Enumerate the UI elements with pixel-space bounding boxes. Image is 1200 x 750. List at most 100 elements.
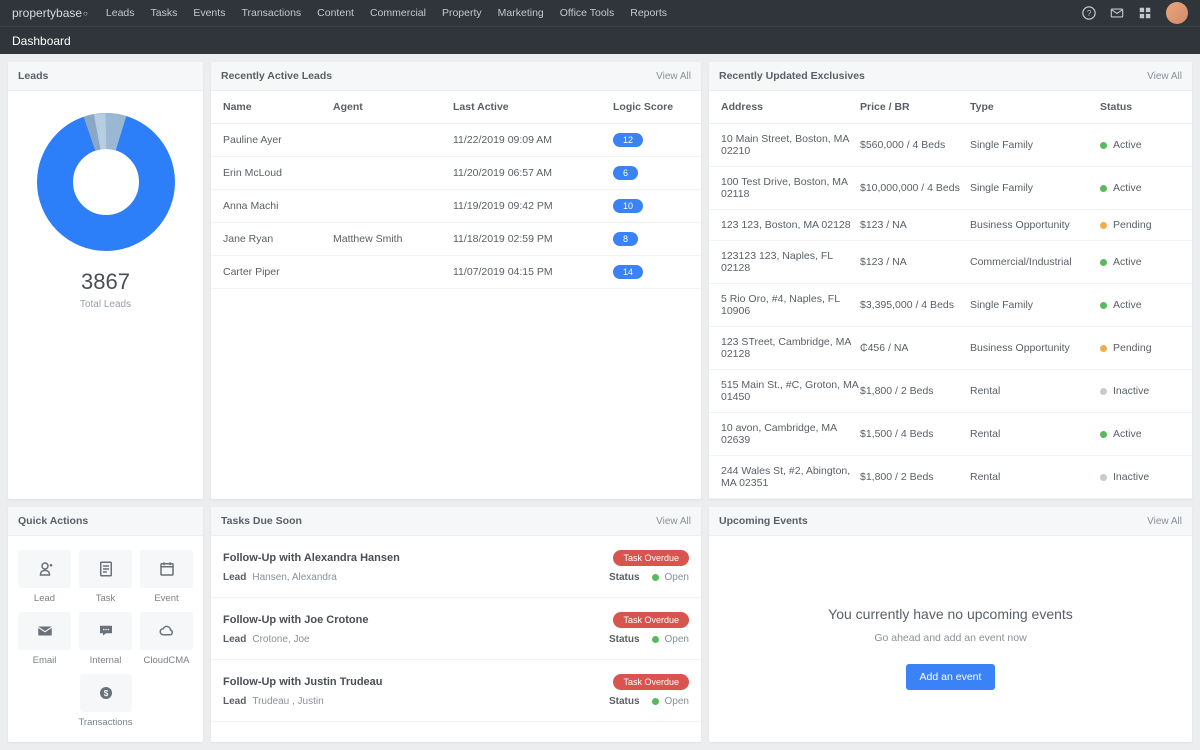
status-dot-icon xyxy=(1100,388,1107,395)
nav-tasks[interactable]: Tasks xyxy=(151,7,178,19)
lead-last-active: 11/22/2019 09:09 AM xyxy=(453,134,613,146)
table-row[interactable]: Erin McLoud11/20/2019 06:57 AM6 xyxy=(211,157,701,190)
table-row[interactable]: Pauline Ayer11/22/2019 09:09 AM12 xyxy=(211,124,701,157)
task-status: StatusOpen xyxy=(609,696,689,707)
table-row[interactable]: Anna Machi 11/19/2019 09:42 PM10 xyxy=(211,190,701,223)
nav-reports[interactable]: Reports xyxy=(630,7,667,19)
ex-price: $560,000 / 4 Beds xyxy=(860,139,970,151)
status-dot-icon xyxy=(1100,345,1107,352)
qa-cloudcma: CloudCMA xyxy=(140,612,193,666)
qa-event-label: Event xyxy=(140,593,193,604)
avatar[interactable] xyxy=(1166,2,1188,24)
lead-name: Carter Piper xyxy=(223,266,333,278)
ex-price: $1,800 / 2 Beds xyxy=(860,385,970,397)
nav-leads[interactable]: Leads xyxy=(106,7,135,19)
task-status: StatusOpen xyxy=(609,572,689,583)
lead-name: Jane Ryan xyxy=(223,233,333,245)
nav-property[interactable]: Property xyxy=(442,7,482,19)
lead-last-active: 11/18/2019 02:59 PM xyxy=(453,233,613,245)
task-overdue-badge: Task Overdue xyxy=(613,550,689,566)
table-row[interactable]: 515 Main St., #C, Groton, MA 01450$1,800… xyxy=(709,370,1192,413)
ex-type: Business Opportunity xyxy=(970,219,1100,231)
table-row[interactable]: 123 STreet, Cambridge, MA 02128₵456 / NA… xyxy=(709,327,1192,370)
table-row[interactable]: 123123 123, Naples, FL 02128$123 / NACom… xyxy=(709,241,1192,284)
table-row[interactable]: 5 Rio Oro, #4, Naples, FL 10906$3,395,00… xyxy=(709,284,1192,327)
col-last-active: Last Active xyxy=(453,101,613,113)
active-leads-title: Recently Active Leads xyxy=(221,70,332,82)
status-dot-icon xyxy=(1100,222,1107,229)
task-item[interactable]: Follow-Up with Joe CrotoneTask OverdueLe… xyxy=(211,598,701,660)
nav-marketing[interactable]: Marketing xyxy=(498,7,544,19)
table-row[interactable]: 244 Wales St, #2, Abington, MA 02351$1,8… xyxy=(709,456,1192,499)
nav-commercial[interactable]: Commercial xyxy=(370,7,426,19)
qa-internal-button[interactable] xyxy=(79,612,132,650)
ex-address: 123 123, Boston, MA 02128 xyxy=(721,219,860,231)
table-row[interactable]: 100 Test Drive, Boston, MA 02118$10,000,… xyxy=(709,167,1192,210)
table-row[interactable]: 10 avon, Cambridge, MA 02639$1,500 / 4 B… xyxy=(709,413,1192,456)
nav-transactions[interactable]: Transactions xyxy=(241,7,301,19)
ex-status: Inactive xyxy=(1100,385,1180,397)
table-row[interactable]: 123 123, Boston, MA 02128$123 / NABusine… xyxy=(709,210,1192,241)
qa-task-button[interactable] xyxy=(79,550,132,588)
lead-last-active: 11/19/2019 09:42 PM xyxy=(453,200,613,212)
task-item[interactable]: Follow-Up with Alexandra HansenTask Over… xyxy=(211,536,701,598)
add-event-button[interactable]: Add an event xyxy=(906,664,996,690)
table-row[interactable]: 10 Main Street, Boston, MA 02210$560,000… xyxy=(709,124,1192,167)
task-lead: LeadCrotone, Joe xyxy=(223,634,310,645)
ex-status: Active xyxy=(1100,139,1180,151)
task-overdue-badge: Task Overdue xyxy=(613,612,689,628)
lead-name: Erin McLoud xyxy=(223,167,333,179)
active-leads-view-all[interactable]: View All xyxy=(656,71,691,82)
qa-transactions-button[interactable]: $ xyxy=(80,674,132,712)
table-row[interactable]: Jane RyanMatthew Smith11/18/2019 02:59 P… xyxy=(211,223,701,256)
ex-status: Inactive xyxy=(1100,471,1180,483)
help-icon[interactable]: ? xyxy=(1082,6,1096,20)
ex-price: $3,395,000 / 4 Beds xyxy=(860,299,970,311)
task-lead: LeadHansen, Alexandra xyxy=(223,572,337,583)
qa-transactions: $ Transactions xyxy=(18,674,193,728)
lead-score-cell: 12 xyxy=(613,133,689,147)
mail-icon[interactable] xyxy=(1110,6,1124,20)
status-dot-icon xyxy=(1100,474,1107,481)
ex-type: Single Family xyxy=(970,139,1100,151)
nav-content[interactable]: Content xyxy=(317,7,354,19)
score-badge: 14 xyxy=(613,265,643,279)
quick-actions-panel: Quick Actions Lead Task Event Email xyxy=(8,507,203,742)
col-agent: Agent xyxy=(333,101,453,113)
nav-events[interactable]: Events xyxy=(193,7,225,19)
ex-type: Commercial/Industrial xyxy=(970,256,1100,268)
nav-office-tools[interactable]: Office Tools xyxy=(560,7,614,19)
ex-address: 123123 123, Naples, FL 02128 xyxy=(721,250,860,274)
task-item[interactable]: Follow-Up with Justin TrudeauTask Overdu… xyxy=(211,660,701,722)
apps-icon[interactable] xyxy=(1138,6,1152,20)
dashboard-content: Leads 3867 Total Leads Recently Active L… xyxy=(0,54,1200,750)
ex-status: Active xyxy=(1100,256,1180,268)
lead-score-cell: 6 xyxy=(613,166,689,180)
ex-address: 5 Rio Oro, #4, Naples, FL 10906 xyxy=(721,293,860,317)
qa-lead-button[interactable] xyxy=(18,550,71,588)
events-view-all[interactable]: View All xyxy=(1147,516,1182,527)
exclusives-header: Address Price / BR Type Status xyxy=(709,91,1192,124)
qa-email-button[interactable] xyxy=(18,612,71,650)
qa-internal-label: Internal xyxy=(79,655,132,666)
col-address: Address xyxy=(721,101,860,113)
qa-cloudcma-button[interactable] xyxy=(140,612,193,650)
brand-logo[interactable]: propertybase○ xyxy=(12,6,88,20)
qa-event-button[interactable] xyxy=(140,550,193,588)
status-dot-icon xyxy=(652,636,659,643)
exclusives-title: Recently Updated Exclusives xyxy=(719,70,865,82)
qa-lead: Lead xyxy=(18,550,71,604)
status-dot-icon xyxy=(1100,431,1107,438)
lead-name: Anna Machi xyxy=(223,200,333,212)
table-row[interactable]: Carter Piper11/07/2019 04:15 PM14 xyxy=(211,256,701,289)
ex-type: Rental xyxy=(970,471,1100,483)
col-type: Type xyxy=(970,101,1100,113)
task-lead: LeadTrudeau , Justin xyxy=(223,696,324,707)
tasks-view-all[interactable]: View All xyxy=(656,516,691,527)
svg-text:$: $ xyxy=(103,689,108,698)
qa-task-label: Task xyxy=(79,593,132,604)
exclusives-view-all[interactable]: View All xyxy=(1147,71,1182,82)
leads-title: Leads xyxy=(18,70,48,82)
status-dot-icon xyxy=(1100,142,1107,149)
score-badge: 10 xyxy=(613,199,643,213)
